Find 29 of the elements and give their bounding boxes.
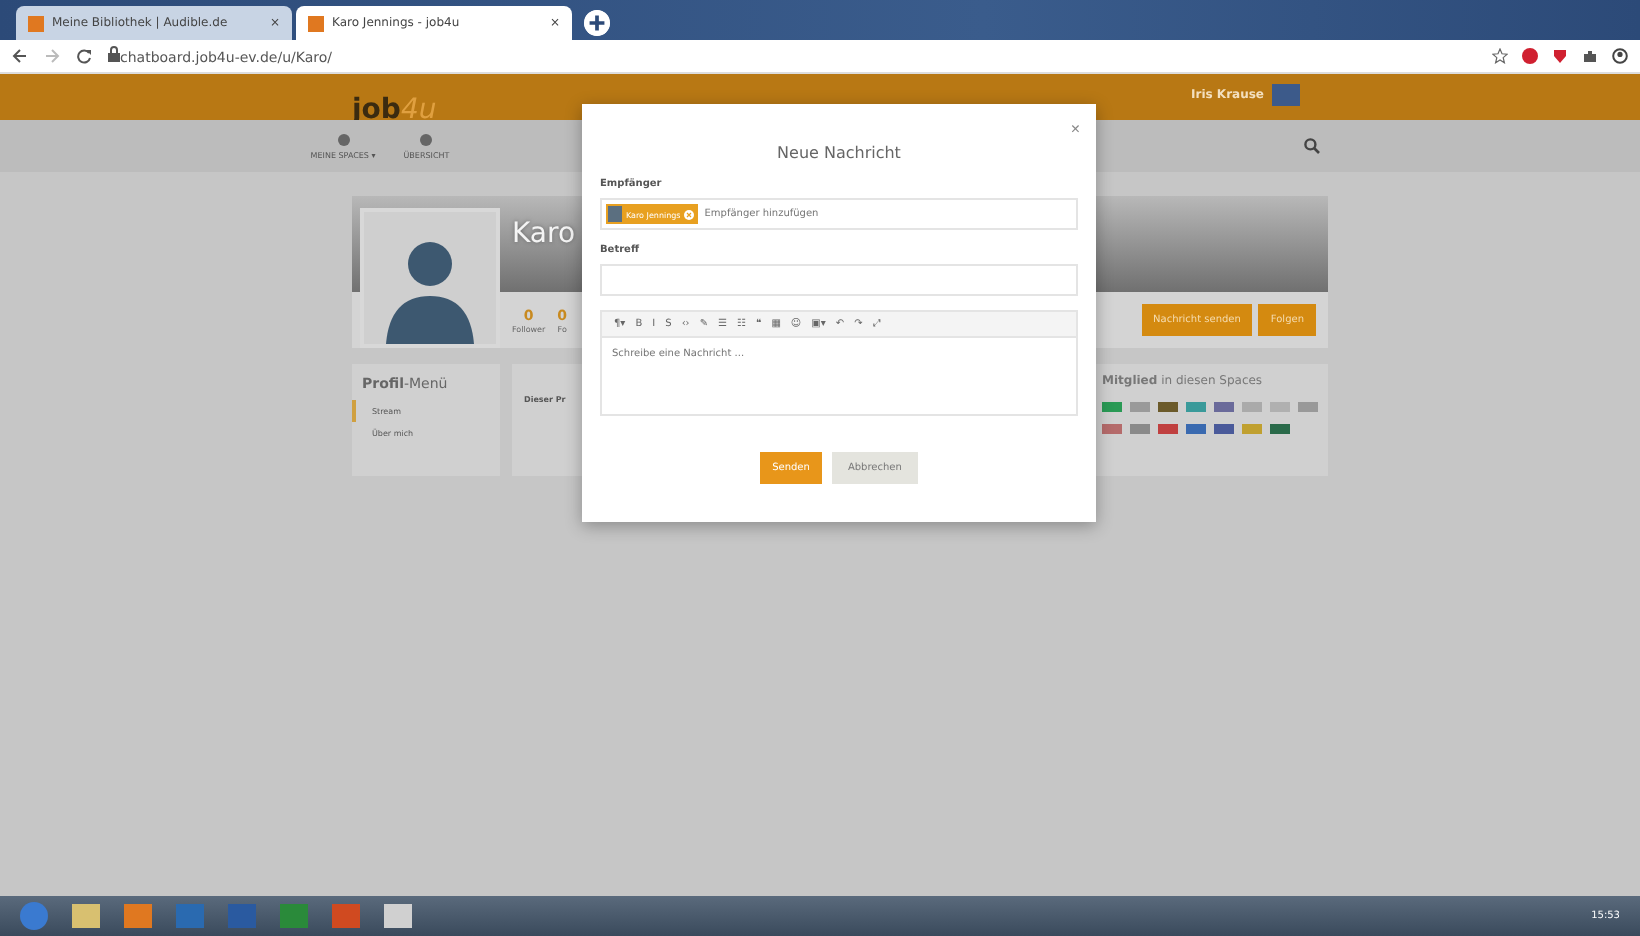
app-icon[interactable] bbox=[280, 904, 308, 928]
close-button[interactable]: × bbox=[1070, 120, 1080, 138]
search-icon[interactable] bbox=[1304, 138, 1320, 154]
forward-icon[interactable] bbox=[44, 48, 60, 64]
subject-field[interactable] bbox=[600, 264, 1078, 296]
favicon-icon bbox=[28, 15, 44, 31]
favicon-icon bbox=[308, 15, 324, 31]
reload-icon[interactable] bbox=[76, 48, 92, 64]
nav-icon[interactable] bbox=[337, 133, 350, 145]
lock-icon bbox=[108, 46, 120, 62]
nav-icon[interactable] bbox=[420, 133, 433, 145]
app-icon[interactable] bbox=[72, 904, 100, 928]
app-icon[interactable] bbox=[332, 904, 360, 928]
profile-name: Karo bbox=[512, 218, 576, 250]
star-icon[interactable] bbox=[1492, 48, 1508, 64]
app-icon[interactable] bbox=[176, 904, 204, 928]
app-icon[interactable] bbox=[228, 904, 256, 928]
dialog-title: Neue Nachricht bbox=[775, 144, 903, 162]
account-icon[interactable] bbox=[1612, 48, 1628, 64]
circle-icon[interactable] bbox=[1522, 48, 1538, 64]
new-tab-button[interactable] bbox=[584, 10, 610, 36]
remove-icon[interactable] bbox=[684, 209, 695, 219]
user-avatar[interactable] bbox=[1272, 84, 1300, 106]
back-icon[interactable] bbox=[12, 48, 28, 64]
shield-icon[interactable] bbox=[1552, 48, 1568, 64]
app-icon[interactable] bbox=[384, 904, 412, 928]
logo-text[interactable]: job bbox=[352, 94, 401, 126]
app-icon[interactable] bbox=[124, 904, 152, 928]
start-button[interactable] bbox=[20, 902, 48, 930]
